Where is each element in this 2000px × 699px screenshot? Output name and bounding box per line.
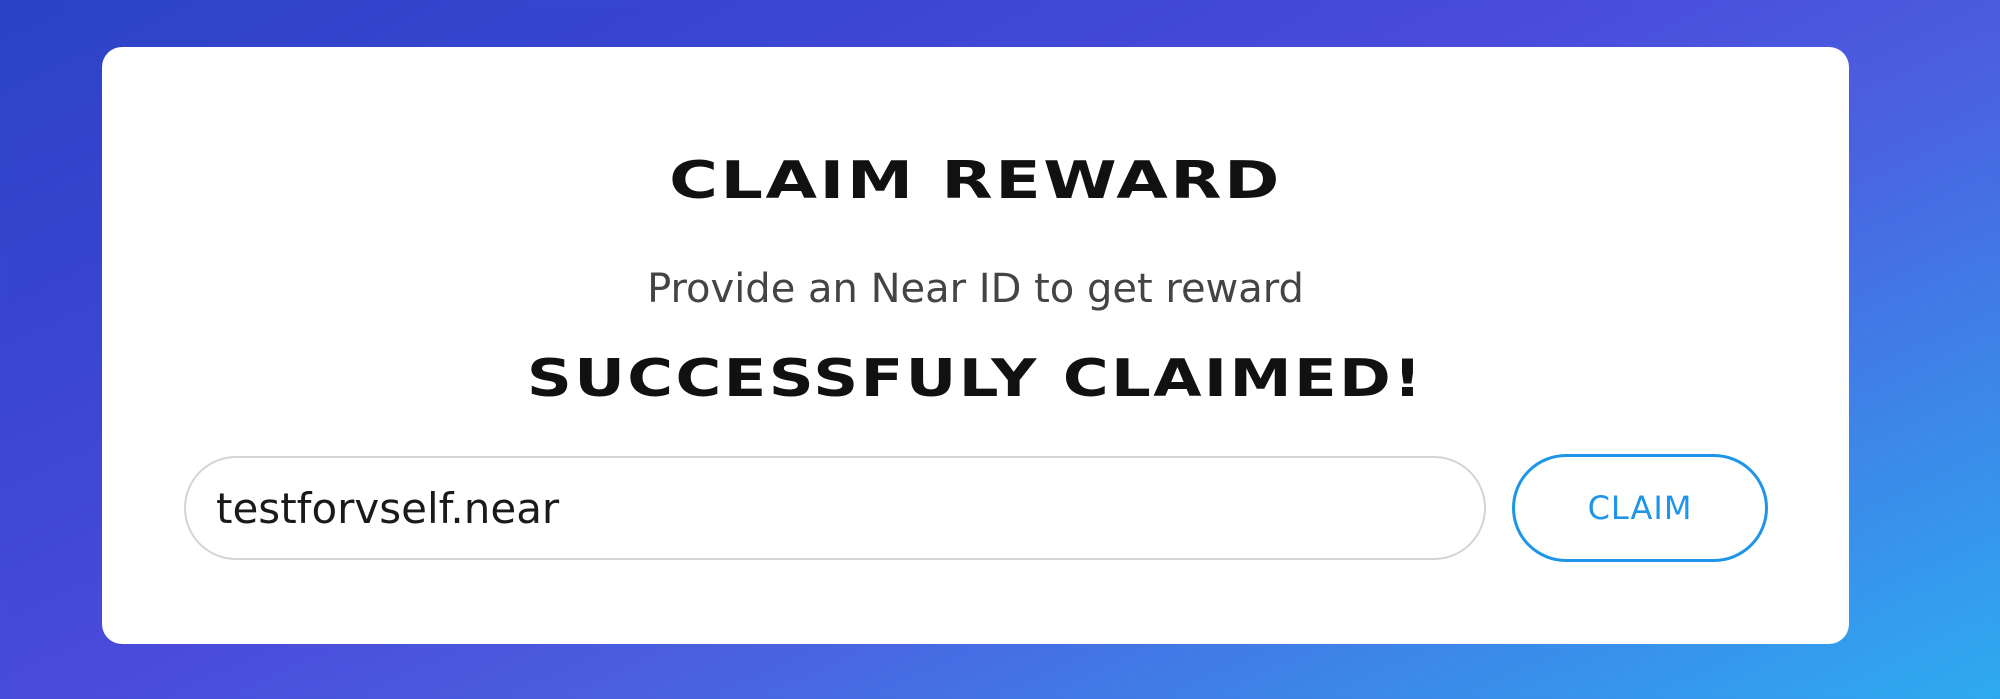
claim-button[interactable]: CLAIM (1512, 454, 1768, 562)
status-message: SUCCESSFULY CLAIMED! (526, 349, 1425, 409)
subtitle: Provide an Near ID to get reward (647, 266, 1304, 312)
claim-card: CLAIM REWARD Provide an Near ID to get r… (102, 47, 1849, 644)
near-id-input[interactable] (184, 456, 1486, 560)
page-title: CLAIM REWARD (669, 151, 1282, 211)
